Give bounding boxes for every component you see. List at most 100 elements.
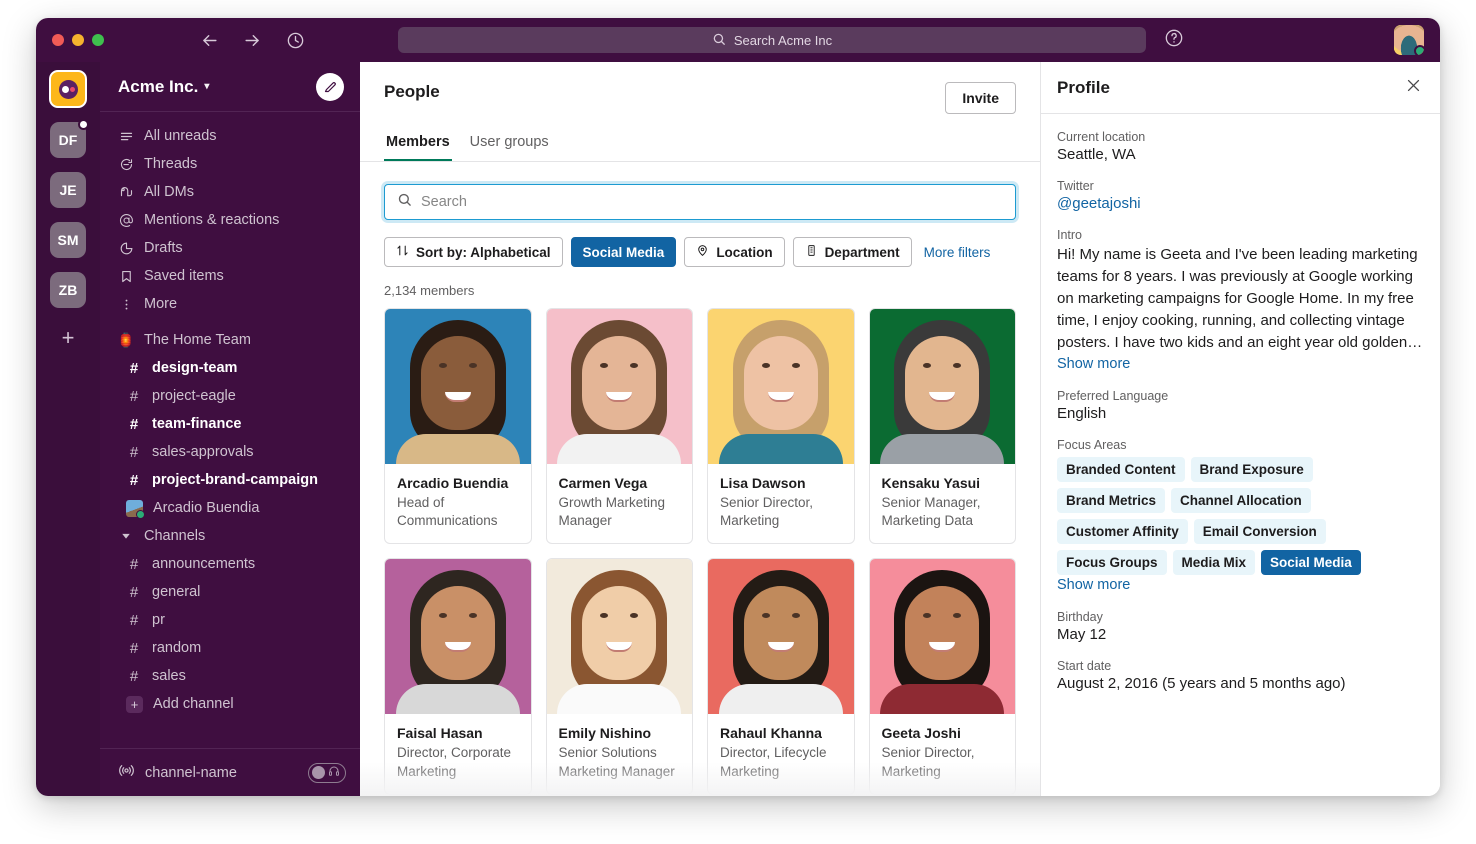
sidebar-channel-random[interactable]: # random [100, 634, 360, 662]
sidebar-item-all-unreads[interactable]: All unreads [100, 122, 360, 150]
focus-tag[interactable]: Brand Exposure [1190, 457, 1313, 483]
sidebar-channel-sales-approvals[interactable]: # sales-approvals [100, 438, 360, 466]
acme-logo-icon[interactable] [49, 70, 87, 108]
focus-tag[interactable]: Brand Metrics [1057, 488, 1166, 514]
intro-show-more-link[interactable]: Show more [1057, 356, 1130, 372]
sidebar-channel-sales[interactable]: # sales [100, 662, 360, 690]
member-name: Rahaul Khanna [720, 725, 822, 742]
filter-social-media[interactable]: Social Media [570, 237, 677, 267]
tab-user-groups[interactable]: User groups [468, 128, 551, 161]
invite-button[interactable]: Invite [945, 82, 1016, 114]
sidebar-item-threads[interactable]: Threads [100, 150, 360, 178]
close-icon[interactable] [1405, 77, 1422, 99]
focus-tag[interactable]: Media Mix [1172, 550, 1256, 576]
member-card[interactable]: Kensaku Yasui Senior Manager, Marketing … [868, 308, 1016, 545]
workspace-tile-je[interactable]: JE [50, 172, 86, 208]
filter-location[interactable]: Location [684, 237, 785, 267]
member-photo [708, 309, 854, 464]
arrow-right-icon[interactable] [243, 31, 262, 50]
chevron-down-icon: ▾ [204, 81, 210, 92]
maximize-window-button[interactable] [92, 34, 104, 46]
building-icon [805, 244, 818, 260]
sidebar-section-channels[interactable]: Channels [100, 522, 360, 550]
member-info: Emily Nishino Senior Solutions Marketing… [547, 714, 693, 793]
avatar [126, 499, 145, 519]
member-name: Arcadio Buendia [397, 475, 509, 491]
sidebar-item-mentions[interactable]: Mentions & reactions [100, 206, 360, 234]
focus-tag-selected[interactable]: Social Media [1261, 550, 1361, 576]
sidebar-channel-project-brand-campaign[interactable]: # project-brand-campaign [100, 466, 360, 494]
user-avatar[interactable] [1394, 25, 1424, 55]
sidebar-channel-design-team[interactable]: # design-team [100, 354, 360, 382]
add-workspace-button[interactable]: + [50, 320, 86, 356]
twitter-link[interactable]: @geetajoshi [1057, 195, 1424, 212]
workspace-tile-df[interactable]: DF [50, 119, 89, 158]
sidebar-item-more[interactable]: More [100, 290, 360, 318]
compose-icon[interactable] [316, 72, 344, 101]
question-circle-icon[interactable] [1164, 28, 1184, 53]
sidebar-channel-team-finance[interactable]: # team-finance [100, 410, 360, 438]
toggle-knob [312, 766, 325, 779]
filter-department[interactable]: Department [792, 237, 912, 267]
sidebar-scroll[interactable]: All unreads Threads All DMs Mentions & r… [100, 112, 360, 748]
sidebar-item-all-dms[interactable]: All DMs [100, 178, 360, 206]
sidebar-item-label: The Home Team [144, 332, 251, 348]
unread-badge [78, 119, 89, 130]
member-card[interactable]: Carmen Vega Growth Marketing Manager [545, 308, 693, 545]
field-label: Birthday [1057, 610, 1103, 625]
arrow-left-icon[interactable] [200, 31, 219, 50]
focus-tag[interactable]: Email Conversion [1193, 519, 1326, 545]
huddle-toggle[interactable] [308, 762, 346, 783]
member-title: Growth Marketing Manager [558, 495, 666, 529]
focus-tag[interactable]: Channel Allocation [1171, 488, 1311, 514]
tab-members[interactable]: Members [384, 128, 452, 161]
sidebar-item-drafts[interactable]: Drafts [100, 234, 360, 262]
sort-by-button[interactable]: Sort by: Alphabetical [384, 237, 563, 267]
sidebar-item-label: announcements [152, 556, 256, 572]
member-card[interactable]: Arcadio Buendia Head of Communications [384, 308, 532, 545]
member-card[interactable]: Geeta Joshi Senior Director, Marketing [868, 558, 1016, 795]
members-grid-scroll[interactable]: Arcadio Buendia Head of Communications C… [360, 298, 1040, 796]
unreads-icon [118, 129, 134, 144]
sidebar-channel-project-eagle[interactable]: # project-eagle [100, 382, 360, 410]
workspace-switcher[interactable]: Acme Inc. ▾ [118, 77, 316, 97]
focus-tag[interactable]: Focus Groups [1057, 550, 1167, 576]
minimize-window-button[interactable] [72, 34, 84, 46]
search-input[interactable] [421, 194, 1003, 210]
sidebar-item-saved-items[interactable]: Saved items [100, 262, 360, 290]
workspace-initials: JE [59, 182, 77, 198]
field-value: May 12 [1057, 626, 1107, 644]
sidebar-dm-arcadio-buendia[interactable]: Arcadio Buendia [100, 494, 360, 522]
focus-area-tags: Branded Content Brand Exposure Brand Met… [1057, 457, 1424, 576]
clock-icon[interactable] [286, 31, 305, 50]
sidebar-section-home-team[interactable]: 🏮 The Home Team [100, 326, 360, 354]
field-label: Twitter [1057, 179, 1094, 193]
focus-tag[interactable]: Branded Content [1057, 457, 1185, 483]
sidebar-channel-announcements[interactable]: # announcements [100, 550, 360, 578]
more-filters-link[interactable]: More filters [924, 245, 991, 260]
workspace-tile-zb[interactable]: ZB [50, 272, 86, 308]
member-card[interactable]: Faisal Hasan Director, Corporate Marketi… [384, 558, 532, 795]
huddle-bar: channel-name [100, 748, 360, 796]
global-search-bar[interactable]: Search Acme Inc [398, 27, 1146, 53]
member-search-box[interactable] [384, 184, 1016, 220]
focus-tag[interactable]: Customer Affinity [1057, 519, 1188, 545]
member-photo [546, 309, 692, 464]
sidebar-add-channel[interactable]: + Add channel [100, 690, 360, 718]
workspace-tile-sm[interactable]: SM [50, 222, 86, 258]
member-card[interactable]: Lisa Dawson Senior Director, Marketing [707, 308, 855, 545]
member-card[interactable]: Rahaul Khanna Director, Lifecycle Market… [707, 558, 855, 795]
members-grid: Arcadio Buendia Head of Communications C… [384, 308, 1016, 795]
field-value: August 2, 2016 (5 years and 5 months ago… [1057, 675, 1346, 693]
profile-field-location: Current location Seattle, WA [1057, 130, 1424, 163]
profile-field-focus-areas: Focus Areas Branded Content Brand Exposu… [1057, 438, 1424, 594]
member-card[interactable]: Emily Nishino Senior Solutions Marketing… [545, 558, 693, 795]
sidebar-item-label: Add channel [153, 696, 234, 712]
close-window-button[interactable] [52, 34, 64, 46]
member-title: Senior Director, Marketing [881, 745, 975, 779]
member-title: Head of Communications [397, 495, 498, 529]
sidebar-channel-general[interactable]: # general [100, 578, 360, 606]
hash-icon: # [129, 471, 139, 489]
focus-show-more-link[interactable]: Show more [1057, 577, 1130, 593]
sidebar-channel-pr[interactable]: # pr [100, 606, 360, 634]
